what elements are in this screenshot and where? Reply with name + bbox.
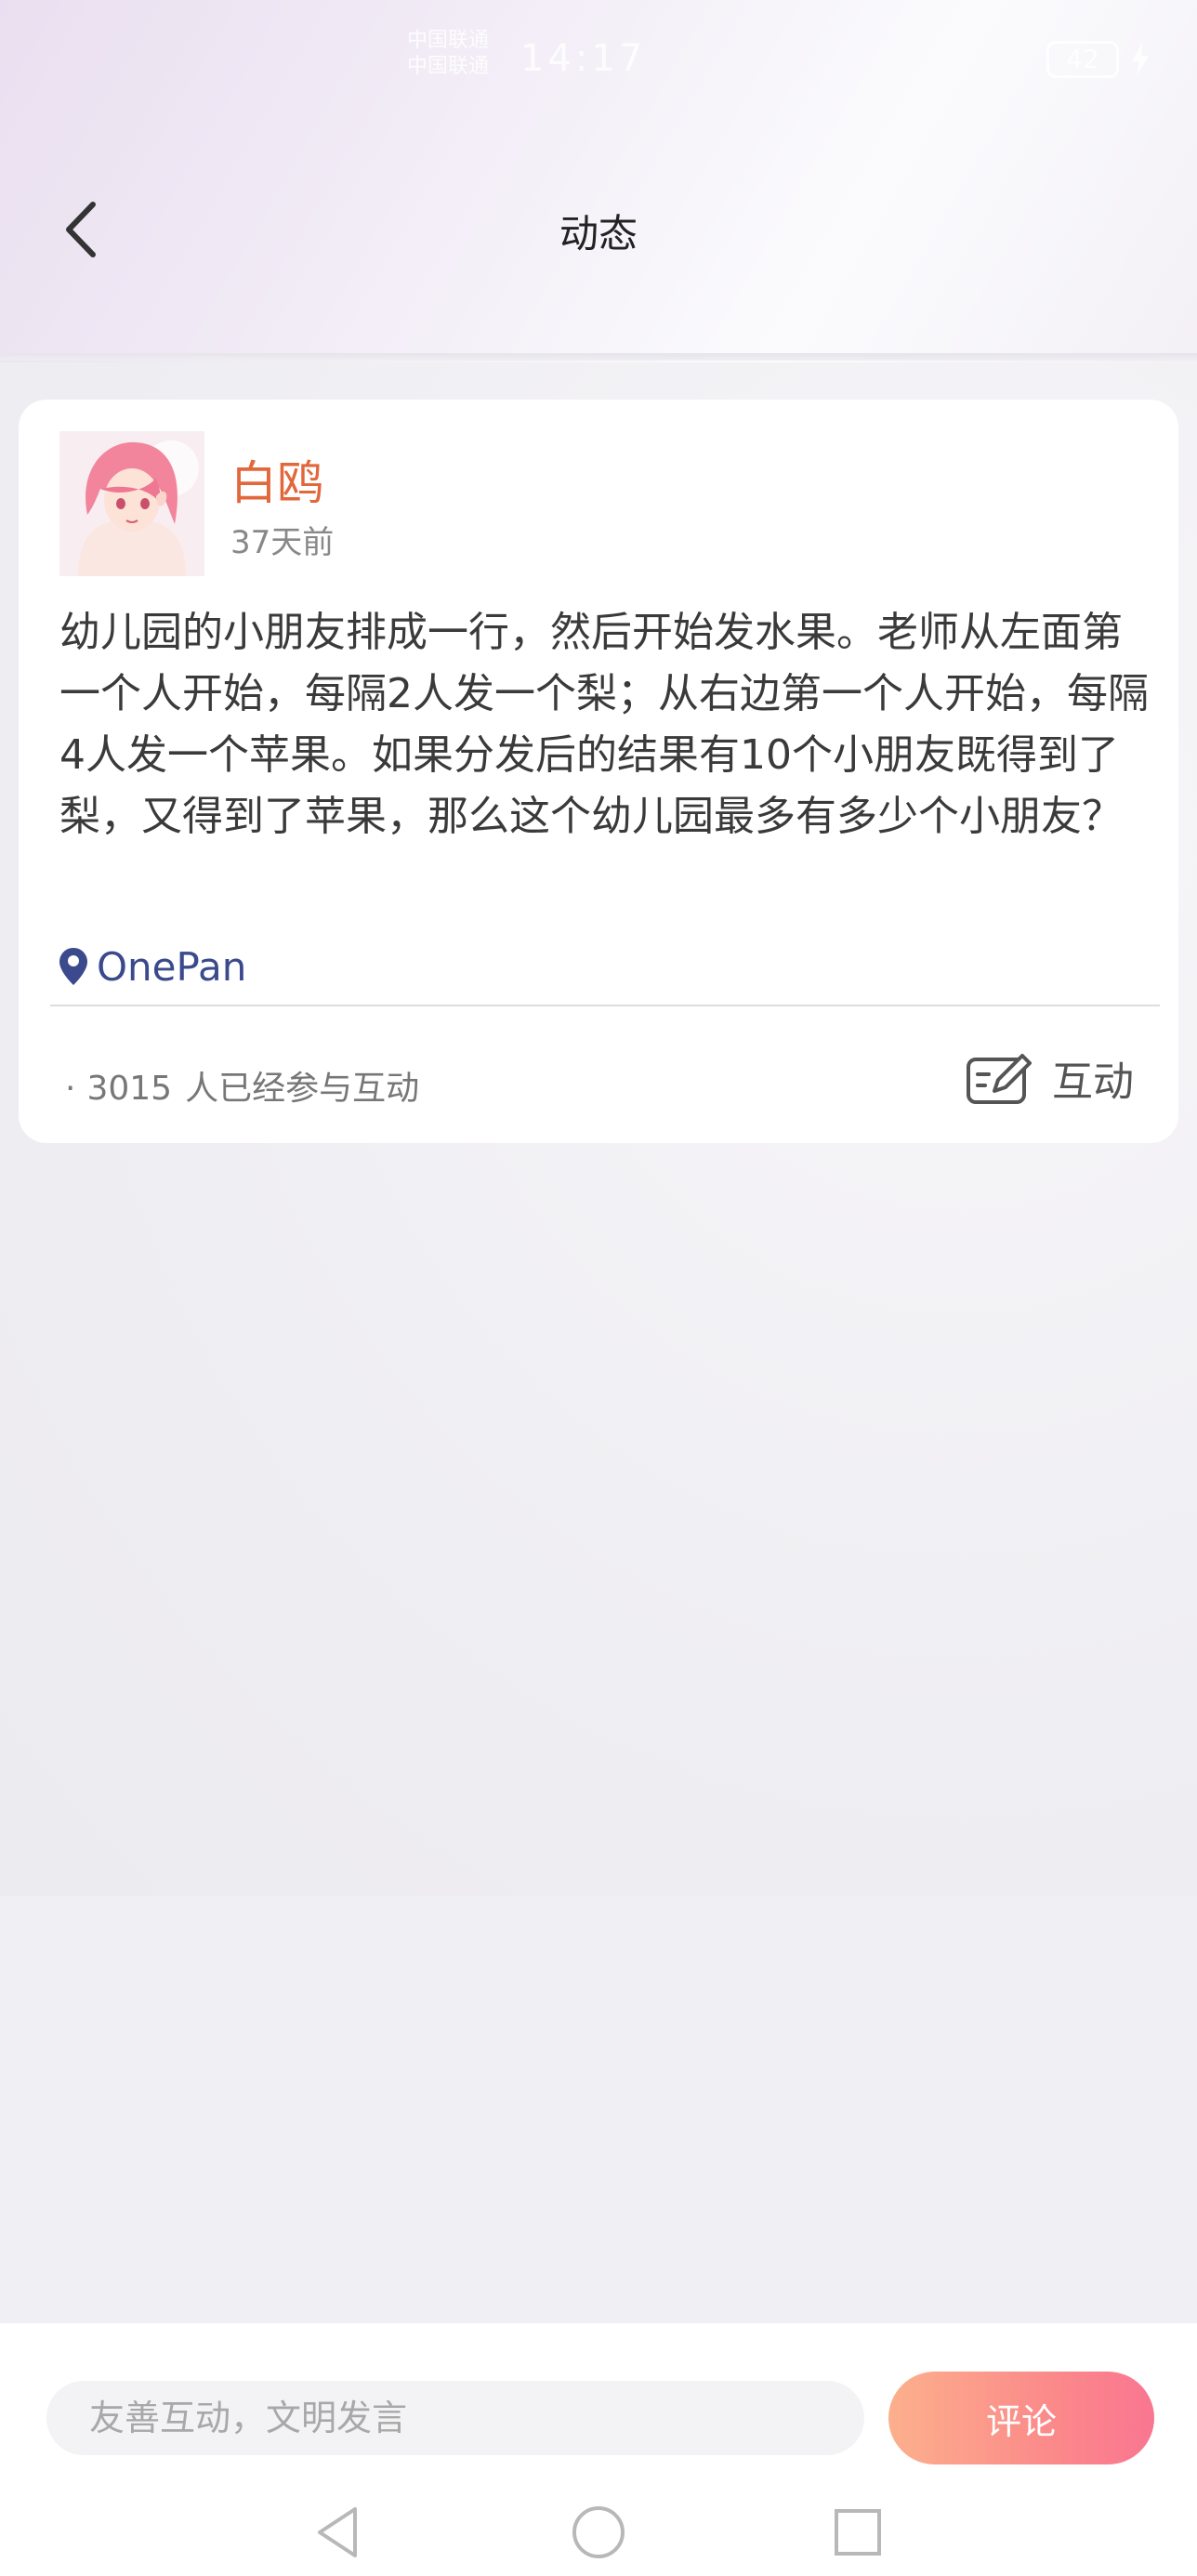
- carrier-line-2: 中国联通: [407, 55, 490, 78]
- nav-recents-icon: [835, 2509, 881, 2556]
- bottom-bar: 评论: [0, 2323, 1197, 2576]
- charging-icon: [1132, 43, 1149, 76]
- comment-button[interactable]: 评论: [888, 2372, 1154, 2464]
- interact-button[interactable]: 互动: [965, 1041, 1169, 1115]
- location-tag[interactable]: OnePan: [59, 939, 246, 994]
- header-divider: [0, 353, 1197, 361]
- location-label: OnePan: [97, 943, 247, 990]
- edit-note-icon: [967, 1054, 1032, 1104]
- page-background-lower: [0, 1896, 1197, 2323]
- system-nav-bar: [0, 2491, 1197, 2576]
- battery-indicator: 42: [1046, 41, 1119, 78]
- participant-count: 3015: [86, 1070, 173, 1108]
- comment-input[interactable]: [46, 2381, 864, 2455]
- page-title: 动态: [559, 211, 638, 256]
- status-time: 14:17: [520, 37, 647, 80]
- header: 动态: [0, 177, 1197, 288]
- nav-back-icon: [318, 2507, 357, 2557]
- bullet-dot: ·: [65, 1070, 76, 1108]
- nav-recents-button[interactable]: [825, 2500, 890, 2565]
- carrier-line-1: 中国联通: [407, 29, 490, 52]
- avatar-image: [59, 431, 204, 576]
- post-card: 白鸥 37天前 幼儿园的小朋友排成一行，然后开始发水果。老师从左面第一个人开始，…: [19, 400, 1178, 1143]
- card-divider: [50, 1005, 1160, 1006]
- status-bar: 中国联通 中国联通 14:17 42: [0, 0, 1197, 121]
- participant-info: · 3015 人已经参与互动: [65, 1061, 419, 1110]
- post-content: 幼儿园的小朋友排成一行，然后开始发水果。老师从左面第一个人开始，每隔2人发一个梨…: [59, 609, 1149, 840]
- nav-back-button[interactable]: [307, 2500, 372, 2565]
- participant-suffix: 人已经参与互动: [185, 1070, 420, 1108]
- location-pin-icon: [59, 948, 87, 985]
- username[interactable]: 白鸥: [230, 446, 323, 513]
- avatar[interactable]: [59, 431, 204, 576]
- nav-home-icon: [572, 2506, 625, 2558]
- nav-home-button[interactable]: [566, 2500, 631, 2565]
- interact-label: 互动: [1052, 1058, 1134, 1106]
- post-time: 37天前: [230, 524, 335, 561]
- carrier-info: 中国联通 中国联通: [407, 28, 519, 80]
